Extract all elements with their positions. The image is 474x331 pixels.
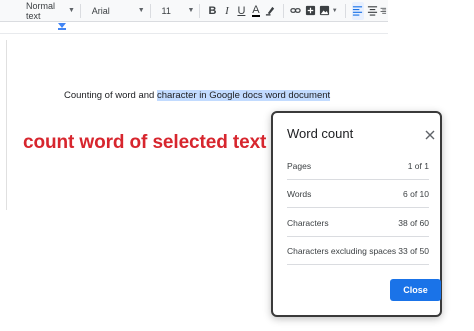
formatting-toolbar: Normal text ▼ Arial ▼ 11 ▼ B I U A ▼ <box>0 0 388 22</box>
toolbar-divider <box>344 3 346 18</box>
toolbar-divider <box>199 3 201 18</box>
image-icon <box>319 5 330 16</box>
add-comment-button[interactable] <box>304 2 316 20</box>
close-dialog-button[interactable] <box>425 127 437 140</box>
font-family-value: Arial <box>91 5 110 16</box>
add-comment-icon <box>305 5 315 16</box>
close-icon <box>425 130 435 140</box>
horizontal-ruler[interactable] <box>0 22 388 34</box>
toolbar-divider <box>282 3 284 18</box>
underline-button[interactable]: U <box>235 2 247 20</box>
document-body-text[interactable]: Counting of word and character in Google… <box>64 90 331 101</box>
align-right-button[interactable] <box>380 2 387 20</box>
stat-row-words: Words 6 of 10 <box>287 180 429 208</box>
stat-row-characters-no-spaces: Characters excluding spaces 33 of 50 <box>287 237 429 265</box>
google-docs-window: Normal text ▼ Arial ▼ 11 ▼ B I U A ▼ Cou… <box>0 0 474 331</box>
stat-value: 38 of 60 <box>398 217 429 228</box>
chevron-down-icon: ▼ <box>137 7 145 14</box>
chevron-down-icon: ▼ <box>331 7 338 14</box>
align-right-icon <box>380 7 387 14</box>
stat-label: Characters <box>287 217 329 228</box>
stat-row-characters: Characters 38 of 60 <box>287 209 429 237</box>
chevron-down-icon: ▼ <box>187 7 195 14</box>
font-size-select[interactable]: 11 ▼ <box>162 0 195 22</box>
word-count-dialog: Word count Pages 1 of 1 Words 6 of 10 Ch… <box>271 111 442 317</box>
align-center-icon <box>367 6 377 16</box>
paragraph-style-value: Normal text <box>26 0 56 21</box>
dialog-title: Word count <box>287 126 354 141</box>
toolbar-divider <box>149 3 151 18</box>
align-left-button[interactable] <box>351 1 364 20</box>
stat-label: Words <box>287 188 312 199</box>
annotation-caption: count word of selected text <box>23 132 267 153</box>
stat-row-pages: Pages 1 of 1 <box>287 152 429 180</box>
stat-label: Pages <box>287 160 312 171</box>
stat-value: 1 of 1 <box>407 160 429 171</box>
insert-image-button[interactable] <box>318 2 330 20</box>
text-color-button[interactable]: A <box>250 2 262 20</box>
bold-button[interactable]: B <box>206 2 218 20</box>
document-text-unselected[interactable]: Counting of word and <box>64 90 157 101</box>
highlight-color-button[interactable] <box>264 2 276 20</box>
stat-label: Characters excluding spaces <box>287 245 397 256</box>
close-button[interactable]: Close <box>390 279 441 301</box>
stat-value: 33 of 50 <box>398 245 429 256</box>
italic-button[interactable]: I <box>221 2 233 20</box>
highlighter-icon <box>265 6 274 16</box>
text-color-icon: A <box>252 3 260 17</box>
stat-value: 6 of 10 <box>403 188 429 199</box>
font-size-value: 11 <box>161 5 171 16</box>
document-text-selected[interactable]: character in Google docs word document <box>156 90 331 101</box>
page-edge <box>6 40 7 210</box>
first-line-indent-icon[interactable] <box>58 28 66 30</box>
insert-link-button[interactable] <box>289 2 301 20</box>
link-icon <box>290 8 301 13</box>
align-left-icon <box>353 6 363 16</box>
toolbar-divider <box>79 3 81 18</box>
font-family-select[interactable]: Arial ▼ <box>92 0 145 22</box>
align-center-button[interactable] <box>366 2 378 20</box>
paragraph-style-select[interactable]: Normal text ▼ <box>26 0 75 22</box>
chevron-down-icon: ▼ <box>67 7 75 14</box>
